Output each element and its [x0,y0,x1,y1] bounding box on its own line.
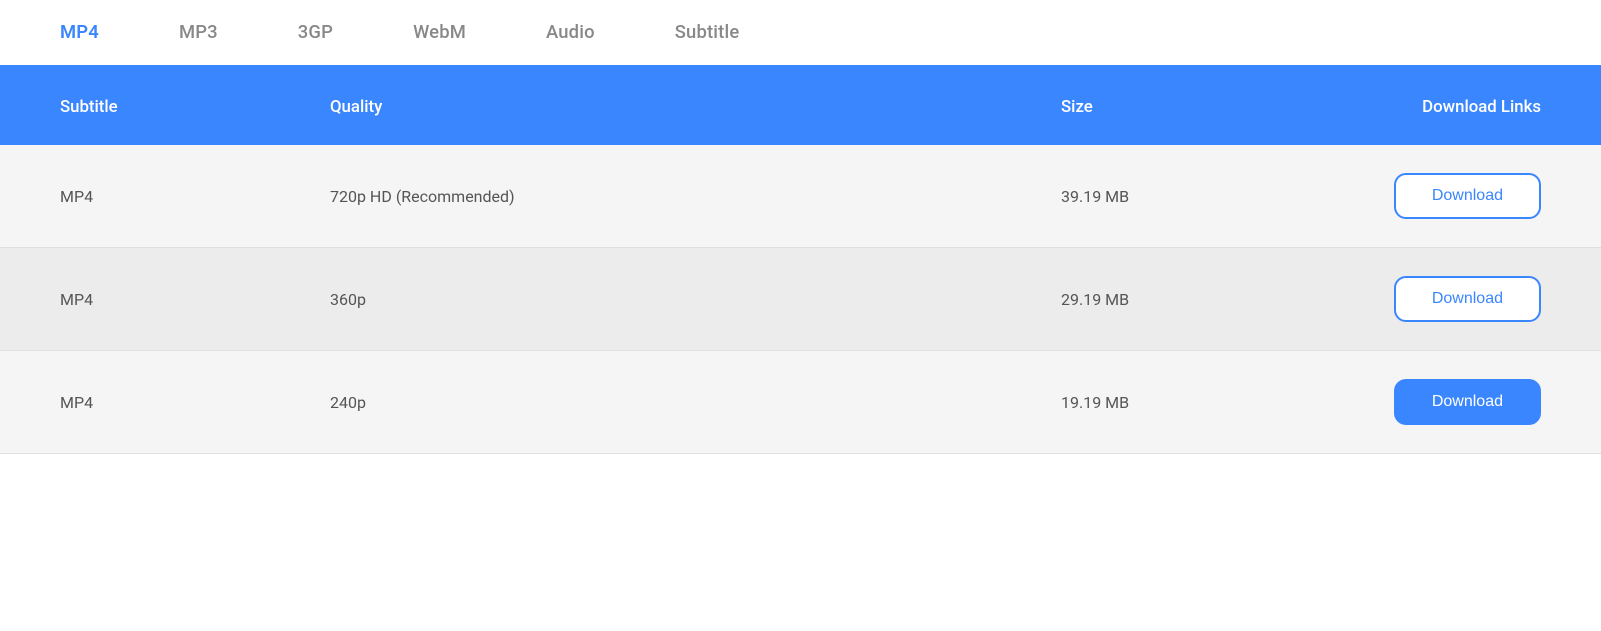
table-row: MP4360p29.19 MB Download [0,248,1601,351]
cell-size: 29.19 MB [1061,290,1261,309]
cell-subtitle: MP4 [60,393,330,412]
tab-audio[interactable]: Audio [506,0,635,65]
tab-mp4[interactable]: MP4 [20,0,139,65]
table-header: Subtitle Quality Size Download Links [0,69,1601,145]
download-button[interactable]: Download [1394,379,1541,425]
tab-subtitle[interactable]: Subtitle [635,0,780,65]
cell-download: Download [1261,379,1541,425]
header-download-links: Download Links [1261,97,1541,117]
cell-quality: 360p [330,290,1061,309]
tab-mp3[interactable]: MP3 [139,0,258,65]
tabs-container: MP4MP33GPWebMAudioSubtitle [0,0,1601,69]
tab-3gp[interactable]: 3GP [258,0,373,65]
cell-size: 39.19 MB [1061,187,1261,206]
cell-quality: 720p HD (Recommended) [330,187,1061,206]
cell-quality: 240p [330,393,1061,412]
cell-download: Download [1261,276,1541,322]
table-row: MP4240p19.19 MB Download [0,351,1601,454]
cell-subtitle: MP4 [60,290,330,309]
download-button[interactable]: Download [1394,173,1541,219]
tab-webm[interactable]: WebM [373,0,506,65]
header-size: Size [1061,97,1261,117]
cell-subtitle: MP4 [60,187,330,206]
cell-size: 19.19 MB [1061,393,1261,412]
header-quality: Quality [330,97,1061,117]
cell-download: Download [1261,173,1541,219]
download-button[interactable]: Download [1394,276,1541,322]
table-row: MP4720p HD (Recommended)39.19 MB Download [0,145,1601,248]
header-subtitle: Subtitle [60,97,330,117]
table-body: MP4720p HD (Recommended)39.19 MBDownload… [0,145,1601,454]
